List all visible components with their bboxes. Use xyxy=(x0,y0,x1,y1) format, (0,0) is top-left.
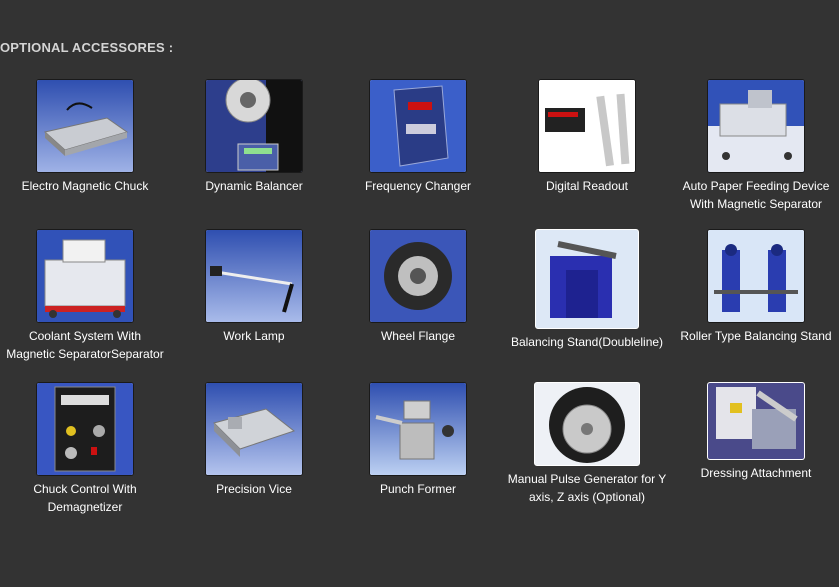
accessory-item[interactable]: Electro Magnetic Chuck xyxy=(3,79,167,195)
accessory-item[interactable]: Chuck Control With Demagnetizer xyxy=(3,382,167,516)
accessory-item[interactable]: Dressing Attachment xyxy=(674,382,838,482)
accessory-item[interactable]: Dynamic Balancer xyxy=(172,79,336,195)
dressing-attachment-image[interactable] xyxy=(707,382,805,460)
precision-vice-image[interactable] xyxy=(205,382,303,476)
work-lamp-image[interactable] xyxy=(205,229,303,323)
item-label[interactable]: Precision Vice xyxy=(172,480,336,498)
accessory-item[interactable]: Coolant System With Magnetic SeparatorSe… xyxy=(3,229,167,363)
accessory-item[interactable]: Digital Readout xyxy=(505,79,669,195)
manual-pulse-generator-image[interactable] xyxy=(534,382,640,466)
accessory-item[interactable]: Precision Vice xyxy=(172,382,336,498)
item-label[interactable]: Coolant System With Magnetic SeparatorSe… xyxy=(3,327,167,363)
accessory-item[interactable]: Punch Former xyxy=(336,382,500,498)
digital-readout-image[interactable] xyxy=(538,79,636,173)
balancing-stand-image[interactable] xyxy=(535,229,639,329)
wheel-flange-image[interactable] xyxy=(369,229,467,323)
item-label[interactable]: Dynamic Balancer xyxy=(172,177,336,195)
accessory-item[interactable]: Roller Type Balancing Stand xyxy=(674,229,838,345)
roller-balancing-stand-image[interactable] xyxy=(707,229,805,323)
item-label[interactable]: Balancing Stand(Doubleline) xyxy=(505,333,669,351)
item-label[interactable]: Manual Pulse Generator for Y axis, Z axi… xyxy=(505,470,669,506)
item-label[interactable]: Punch Former xyxy=(336,480,500,498)
dynamic-balancer-image[interactable] xyxy=(205,79,303,173)
item-label[interactable]: Chuck Control With Demagnetizer xyxy=(3,480,167,516)
item-label[interactable]: Frequency Changer xyxy=(336,177,500,195)
coolant-system-image[interactable] xyxy=(36,229,134,323)
accessory-item[interactable]: Auto Paper Feeding Device With Magnetic … xyxy=(674,79,838,213)
section-title: OPTIONAL ACCESSORES : xyxy=(0,40,174,55)
item-label[interactable]: Roller Type Balancing Stand xyxy=(674,327,838,345)
item-label[interactable]: Work Lamp xyxy=(172,327,336,345)
punch-former-image[interactable] xyxy=(369,382,467,476)
accessory-item[interactable]: Manual Pulse Generator for Y axis, Z axi… xyxy=(505,382,669,506)
accessory-item[interactable]: Frequency Changer xyxy=(336,79,500,195)
item-label[interactable]: Dressing Attachment xyxy=(674,464,838,482)
electro-magnetic-chuck-image[interactable] xyxy=(36,79,134,173)
frequency-changer-image[interactable] xyxy=(369,79,467,173)
chuck-control-image[interactable] xyxy=(36,382,134,476)
item-label[interactable]: Auto Paper Feeding Device With Magnetic … xyxy=(674,177,838,213)
item-label[interactable]: Electro Magnetic Chuck xyxy=(3,177,167,195)
accessory-item[interactable]: Wheel Flange xyxy=(336,229,500,345)
item-label[interactable]: Wheel Flange xyxy=(336,327,500,345)
item-label[interactable]: Digital Readout xyxy=(505,177,669,195)
accessory-item[interactable]: Work Lamp xyxy=(172,229,336,345)
accessory-item[interactable]: Balancing Stand(Doubleline) xyxy=(505,229,669,351)
auto-paper-feeding-image[interactable] xyxy=(707,79,805,173)
